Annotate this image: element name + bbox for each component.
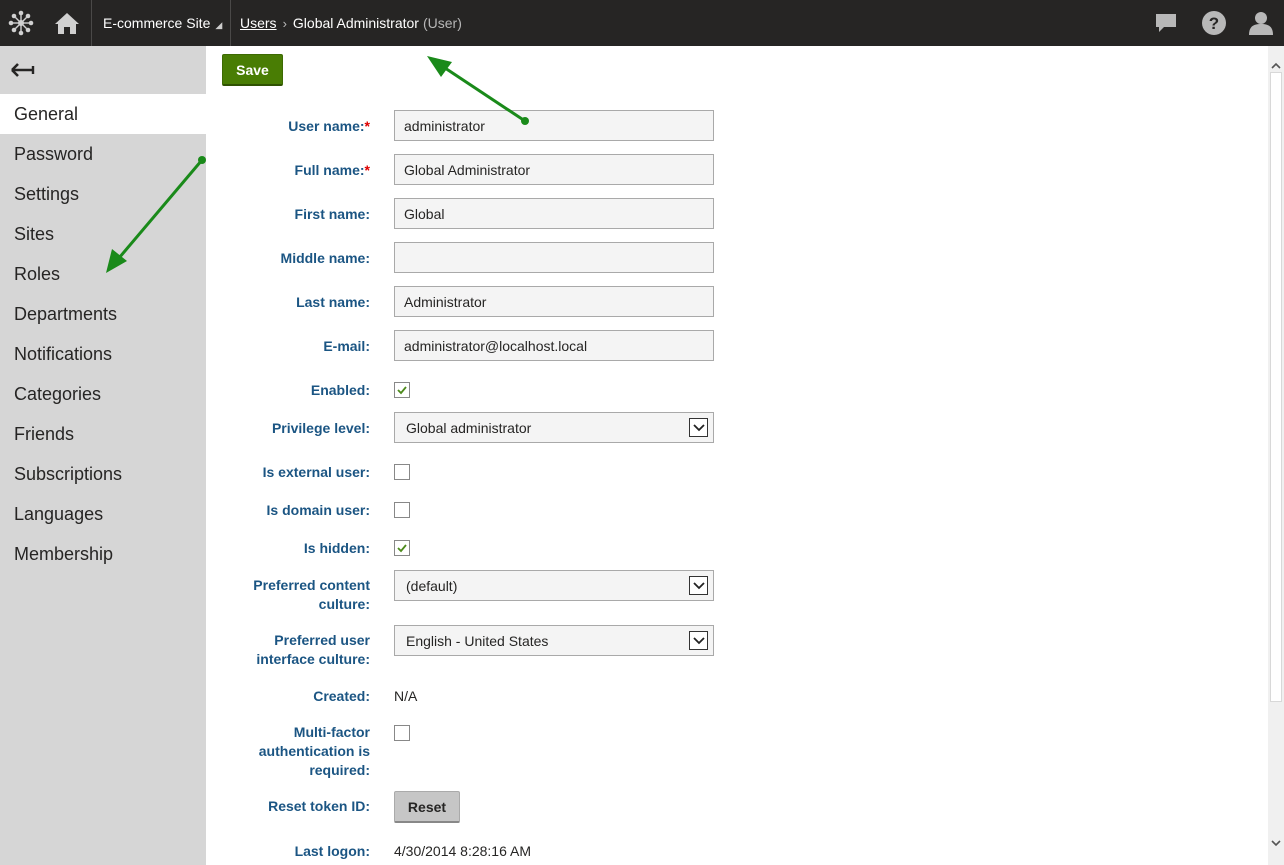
site-selector[interactable]: E-commerce Site ◢	[93, 0, 231, 46]
label-line: required:	[309, 762, 370, 778]
email-label: E-mail:	[323, 338, 370, 354]
save-button[interactable]: Save	[222, 54, 283, 86]
breadcrumb-users-link[interactable]: Users	[240, 15, 277, 31]
vertical-scrollbar[interactable]	[1268, 46, 1284, 865]
scrollbar-thumb[interactable]	[1270, 72, 1282, 702]
privilege-level-select[interactable]: Global administrator	[394, 412, 714, 443]
middle-name-input[interactable]	[394, 242, 714, 273]
sidebar-item-languages[interactable]: Languages	[0, 494, 206, 534]
required-marker: *	[364, 162, 370, 178]
sidebar-item-settings[interactable]: Settings	[0, 174, 206, 214]
reset-button[interactable]: Reset	[394, 791, 460, 823]
full-name-label-text: Full name:	[294, 162, 365, 178]
user-name-label: User name:*	[288, 117, 370, 136]
preferred-content-culture-value: (default)	[406, 577, 458, 594]
chevron-down-icon	[689, 576, 708, 595]
preferred-ui-culture-label: Preferred user interface culture:	[256, 631, 370, 669]
sidebar-item-categories[interactable]: Categories	[0, 374, 206, 414]
email-input[interactable]: administrator@localhost.local	[394, 330, 714, 361]
breadcrumb-current: Global Administrator	[292, 15, 419, 31]
user-profile-icon[interactable]	[1238, 0, 1284, 46]
is-domain-user-label: Is domain user:	[266, 502, 370, 518]
is-hidden-checkbox[interactable]	[394, 540, 410, 556]
top-bar: E-commerce Site ◢ Users › Global Adminis…	[0, 0, 1284, 46]
user-name-input[interactable]: administrator	[394, 110, 714, 141]
chevron-right-icon: ›	[282, 15, 287, 31]
main-content: Save User name:* administrator Full name…	[206, 46, 1268, 865]
full-name-input[interactable]: Global Administrator	[394, 154, 714, 185]
scroll-down-icon[interactable]	[1268, 836, 1284, 850]
first-name-input[interactable]: Global	[394, 198, 714, 229]
reset-token-label: Reset token ID:	[268, 798, 370, 814]
is-external-user-checkbox[interactable]	[394, 464, 410, 480]
back-button[interactable]	[0, 46, 206, 94]
app-logo-icon[interactable]	[0, 0, 42, 46]
label-line: interface culture:	[256, 651, 370, 667]
is-external-user-label: Is external user:	[262, 464, 370, 480]
mfa-required-label: Multi-factor authentication is required:	[259, 723, 370, 780]
preferred-content-culture-label: Preferred content culture:	[253, 576, 370, 614]
chat-icon[interactable]	[1143, 0, 1189, 46]
last-logon-label: Last logon:	[294, 843, 370, 859]
created-label: Created:	[313, 688, 370, 704]
first-name-label: First name:	[294, 206, 370, 222]
preferred-content-culture-select[interactable]: (default)	[394, 570, 714, 601]
privilege-level-label: Privilege level:	[271, 420, 370, 436]
back-arrow-icon	[11, 63, 35, 77]
enabled-label: Enabled:	[310, 382, 370, 398]
sidebar: General Password Settings Sites Roles De…	[0, 46, 206, 865]
middle-name-label: Middle name:	[280, 250, 370, 266]
sidebar-item-notifications[interactable]: Notifications	[0, 334, 206, 374]
sidebar-item-sites[interactable]: Sites	[0, 214, 206, 254]
sidebar-item-subscriptions[interactable]: Subscriptions	[0, 454, 206, 494]
created-value: N/A	[394, 688, 418, 704]
checkmark-icon	[397, 544, 407, 553]
help-icon[interactable]: ?	[1191, 0, 1237, 46]
last-logon-value: 4/30/2014 8:28:16 AM	[394, 843, 531, 859]
sidebar-nav: General Password Settings Sites Roles De…	[0, 94, 206, 574]
chevron-down-icon	[689, 631, 708, 650]
breadcrumb: Users › Global Administrator (User)	[240, 0, 462, 46]
home-icon[interactable]	[42, 0, 92, 46]
is-domain-user-checkbox[interactable]	[394, 502, 410, 518]
sidebar-item-general[interactable]: General	[0, 94, 206, 134]
preferred-ui-culture-select[interactable]: English - United States	[394, 625, 714, 656]
label-line: Preferred content	[253, 577, 370, 593]
scroll-up-icon[interactable]	[1268, 58, 1284, 72]
sidebar-item-departments[interactable]: Departments	[0, 294, 206, 334]
chevron-down-icon	[689, 418, 708, 437]
sidebar-item-roles[interactable]: Roles	[0, 254, 206, 294]
sidebar-item-membership[interactable]: Membership	[0, 534, 206, 574]
label-line: Multi-factor	[293, 724, 370, 740]
svg-text:?: ?	[1209, 14, 1219, 33]
preferred-ui-culture-value: English - United States	[406, 632, 549, 649]
required-marker: *	[364, 118, 370, 134]
last-name-input[interactable]: Administrator	[394, 286, 714, 317]
is-hidden-label: Is hidden:	[303, 540, 370, 556]
mfa-required-checkbox[interactable]	[394, 725, 410, 741]
last-name-label: Last name:	[296, 294, 370, 310]
enabled-checkbox[interactable]	[394, 382, 410, 398]
label-line: authentication is	[258, 743, 370, 759]
user-name-label-text: User name:	[288, 118, 365, 134]
site-selector-label: E-commerce Site	[103, 15, 211, 31]
sidebar-item-password[interactable]: Password	[0, 134, 206, 174]
privilege-level-value: Global administrator	[406, 419, 532, 436]
label-line: culture:	[318, 596, 370, 612]
full-name-label: Full name:*	[295, 161, 370, 180]
breadcrumb-type: (User)	[422, 15, 462, 31]
caret-down-icon: ◢	[215, 20, 223, 30]
label-line: Preferred user	[274, 632, 370, 648]
sidebar-item-friends[interactable]: Friends	[0, 414, 206, 454]
checkmark-icon	[397, 386, 407, 395]
